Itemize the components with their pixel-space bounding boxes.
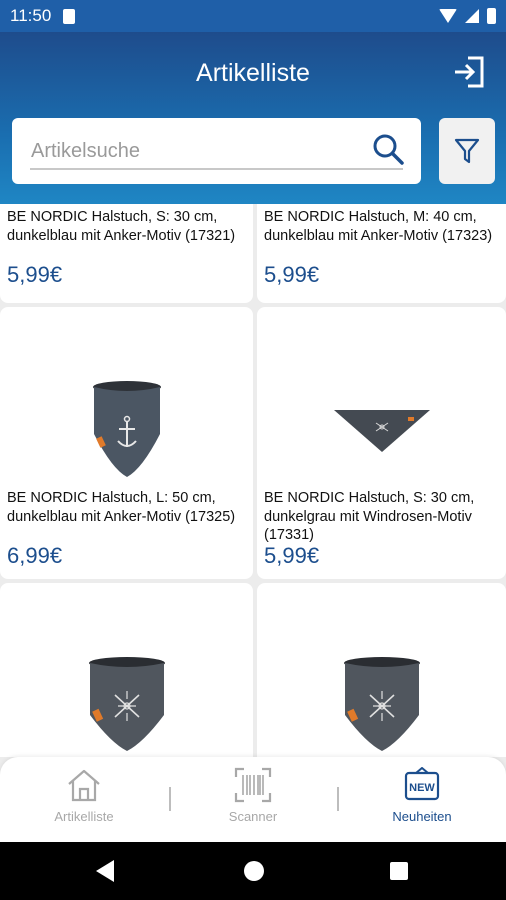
product-card[interactable]: BE NORDIC Halstuch, L: 50 cm, dunkelblau… [0, 307, 253, 579]
cellular-signal-icon [465, 9, 479, 23]
product-card[interactable] [257, 583, 506, 757]
app-header: Artikelliste Artikelsuche [0, 32, 506, 204]
product-image [0, 655, 253, 755]
status-bar: 11:50 [0, 0, 506, 32]
status-icons [439, 8, 496, 24]
status-time: 11:50 [10, 6, 52, 25]
home-button-icon[interactable] [244, 861, 264, 881]
product-name: BE NORDIC Halstuch, L: 50 cm, dunkelblau… [7, 490, 236, 525]
bandana-compass-image [333, 410, 430, 452]
product-name: BE NORDIC Halstuch, M: 40 cm, dunkelblau… [264, 209, 493, 244]
nav-item-neuheiten[interactable]: NEW Neuheiten [338, 757, 506, 842]
product-name: BE NORDIC Halstuch, S: 30 cm, dunkelgrau… [264, 490, 475, 543]
search-underline [30, 168, 403, 170]
bottom-navigation: Artikelliste Scanner NEW Neuheiten [0, 757, 506, 842]
product-price: 5,99€ [264, 543, 320, 568]
home-icon [68, 769, 100, 802]
nav-label: Scanner [228, 809, 278, 824]
battery-icon [487, 8, 496, 24]
product-price: 5,99€ [264, 262, 320, 287]
search-placeholder: Artikelsuche [31, 140, 140, 162]
new-badge-icon: NEW [404, 767, 440, 801]
bandana-compass-image [343, 657, 420, 751]
product-name: BE NORDIC Halstuch, S: 30 cm, dunkelblau… [7, 209, 236, 244]
filter-icon [454, 138, 480, 164]
logout-button[interactable] [452, 55, 486, 89]
nav-label: Neuheiten [392, 809, 452, 824]
page-title: Artikelliste [196, 59, 310, 87]
bandana-anchor-image [92, 381, 161, 477]
product-image [257, 407, 506, 455]
search-icon[interactable] [371, 132, 405, 166]
wifi-icon [439, 9, 457, 23]
barcode-scanner-icon [234, 767, 272, 803]
nav-label: Artikelliste [54, 809, 114, 824]
back-icon[interactable] [96, 860, 114, 882]
product-image [257, 655, 506, 755]
product-card[interactable]: BE NORDIC Halstuch, S: 30 cm, dunkelblau… [0, 204, 253, 303]
product-card[interactable]: BE NORDIC Halstuch, M: 40 cm, dunkelblau… [257, 204, 506, 303]
product-card[interactable] [0, 583, 253, 757]
nav-item-scanner[interactable]: Scanner [169, 757, 337, 842]
search-input[interactable]: Artikelsuche [12, 118, 421, 184]
logout-icon [455, 56, 484, 88]
nav-item-artikelliste[interactable]: Artikelliste [0, 757, 168, 842]
product-image [0, 379, 253, 479]
filter-button[interactable] [439, 118, 495, 184]
product-price: 6,99€ [7, 543, 63, 568]
product-price: 5,99€ [7, 262, 63, 287]
recent-apps-icon[interactable] [390, 862, 408, 880]
product-grid: BE NORDIC Halstuch, S: 30 cm, dunkelblau… [0, 204, 506, 757]
system-navigation-bar [0, 842, 506, 900]
product-card[interactable]: BE NORDIC Halstuch, S: 30 cm, dunkelgrau… [257, 307, 506, 579]
sd-card-icon [63, 8, 76, 24]
new-badge-text: NEW [409, 782, 435, 794]
bandana-compass-image [88, 657, 165, 751]
